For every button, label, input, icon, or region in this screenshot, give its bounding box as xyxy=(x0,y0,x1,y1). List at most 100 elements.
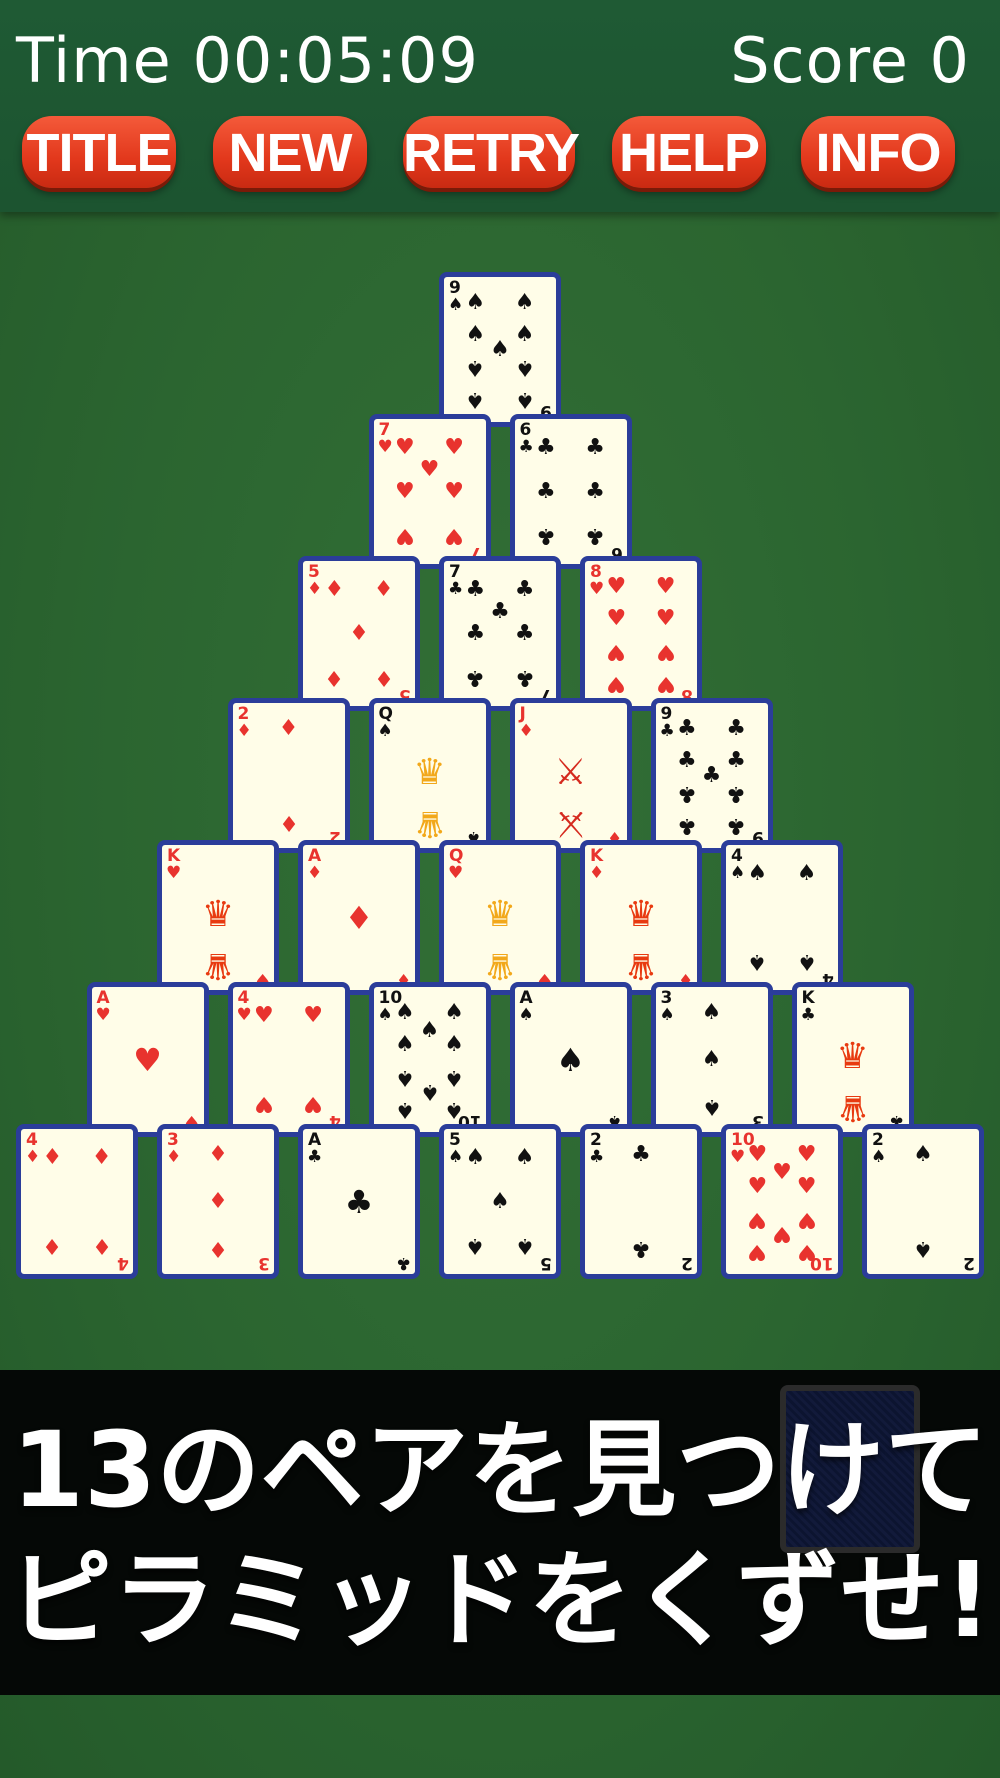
spade-icon: ♠ xyxy=(377,721,393,741)
spade-icon: ♠ xyxy=(913,1235,933,1261)
card-6-of-clubs[interactable]: 6 ♣ ♣ ♣ ♣ ♣ ♣ ♣ 6 xyxy=(509,414,632,569)
club-icon: ♣ xyxy=(800,1005,816,1025)
card-A-of-spades[interactable]: A ♠ ♠ ♠ xyxy=(509,982,632,1137)
card-J-of-diamonds[interactable]: J ♦ ⚔ ⚔ ♦ xyxy=(509,698,632,853)
info-button[interactable]: INFO xyxy=(801,116,955,188)
spade-icon: ♠ xyxy=(730,863,746,883)
club-icon: ♣ xyxy=(585,435,605,460)
club-icon: ♣ xyxy=(631,1142,651,1168)
heart-icon: ♥ xyxy=(448,863,464,883)
club-icon: ♣ xyxy=(676,780,697,806)
retry-button[interactable]: RETRY xyxy=(403,116,580,188)
spade-icon: ♠ xyxy=(465,322,486,347)
crown-icon: ♛ xyxy=(201,894,235,935)
crown-icon: ♛ xyxy=(413,752,446,793)
card-K-of-hearts[interactable]: K ♥ ♛ ♛ ♥ xyxy=(157,840,279,995)
help-button[interactable]: HELP xyxy=(612,116,766,188)
card-K-of-diamonds[interactable]: K ♦ ♛ ♛ ♦ xyxy=(580,840,702,995)
heart-icon: ♥ xyxy=(606,670,627,696)
card-A-of-clubs[interactable]: A ♣ ♣ ♣ xyxy=(298,1124,420,1279)
card-Q-of-spades[interactable]: Q ♠ ♛ ♛ ♠ xyxy=(368,698,491,853)
club-icon: ♣ xyxy=(465,665,486,690)
card-4-of-hearts[interactable]: 4 ♥ ♥ ♥ ♥ ♥ 4 xyxy=(227,982,350,1137)
card-2-of-diamonds[interactable]: 2 ♦ ♦ ♦ 2 xyxy=(227,698,350,853)
card-corner-index: 4 xyxy=(117,1253,129,1273)
diamond-icon: ♦ xyxy=(166,1147,182,1167)
card-9-of-spades[interactable]: 9 ♠ ♠ ♠ ♠ ♠ ♠ ♠ ♠ ♠ ♠ 9 xyxy=(439,272,561,427)
card-2-of-clubs[interactable]: 2 ♣ ♣ ♣ 2 xyxy=(580,1124,702,1279)
card-4-of-spades[interactable]: 4 ♠ ♠ ♠ ♠ ♠ 4 xyxy=(721,840,843,995)
club-icon: ♣ xyxy=(514,577,535,602)
jack-emblem-icon: ⚔ xyxy=(554,803,587,844)
spade-icon: ♠ xyxy=(701,1000,722,1026)
card-5-of-diamonds[interactable]: 5 ♦ ♦ ♦ ♦ ♦ ♦ 5 xyxy=(298,556,420,711)
spade-icon: ♠ xyxy=(518,1005,534,1025)
card-corner-index: ♣ xyxy=(395,1253,411,1273)
heart-icon: ♥ xyxy=(394,523,415,548)
club-icon: ♣ xyxy=(535,478,556,504)
club-icon: ♣ xyxy=(518,437,534,457)
diamond-icon: ♦ xyxy=(278,716,299,742)
club-icon: ♣ xyxy=(659,721,675,741)
crown-icon: ♛ xyxy=(836,1036,869,1077)
club-icon: ♣ xyxy=(490,598,510,624)
club-icon: ♣ xyxy=(585,478,605,504)
card-A-of-diamonds[interactable]: A ♦ ♦ ♦ xyxy=(298,840,420,995)
title-button[interactable]: TITLE xyxy=(22,116,176,188)
crown-icon: ♛ xyxy=(201,945,235,986)
card-7-of-hearts[interactable]: 7 ♥ ♥ ♥ ♥ ♥ ♥ ♥ ♥ 7 xyxy=(368,414,491,569)
card-A-of-hearts[interactable]: A ♥ ♥ ♥ xyxy=(86,982,209,1137)
club-icon: ♣ xyxy=(514,665,535,690)
spade-icon: ♠ xyxy=(514,354,535,380)
spade-icon: ♠ xyxy=(556,1040,585,1079)
spade-icon: ♠ xyxy=(465,290,486,316)
card-K-of-clubs[interactable]: K ♣ ♛ ♛ ♣ xyxy=(791,982,914,1137)
card-7-of-clubs[interactable]: 7 ♣ ♣ ♣ ♣ ♣ ♣ ♣ ♣ 7 xyxy=(439,556,561,711)
card-Q-of-hearts[interactable]: Q ♥ ♛ ♛ ♥ xyxy=(439,840,561,995)
heart-icon: ♥ xyxy=(377,437,393,457)
card-9-of-clubs[interactable]: 9 ♣ ♣ ♣ ♣ ♣ ♣ ♣ ♣ ♣ ♣ 9 xyxy=(650,698,773,853)
heart-icon: ♥ xyxy=(236,1005,252,1025)
card-2-of-spades[interactable]: 2 ♠ ♠ ♠ 2 xyxy=(862,1124,984,1279)
club-icon: ♣ xyxy=(676,716,697,742)
heart-icon: ♥ xyxy=(747,1142,768,1168)
spade-icon: ♠ xyxy=(419,1079,440,1105)
diamond-icon: ♦ xyxy=(324,665,345,690)
card-corner-index: 3 xyxy=(258,1253,270,1273)
new-button[interactable]: NEW xyxy=(213,116,367,188)
spade-icon: ♠ xyxy=(465,1145,486,1170)
spade-icon: ♠ xyxy=(394,1064,415,1090)
club-icon: ♣ xyxy=(631,1235,651,1261)
spade-icon: ♠ xyxy=(394,1000,415,1026)
diamond-icon: ♦ xyxy=(42,1233,63,1258)
card-8-of-hearts[interactable]: 8 ♥ ♥ ♥ ♥ ♥ ♥ ♥ ♥ ♥ 8 xyxy=(580,556,702,711)
card-4-of-diamonds[interactable]: 4 ♦ ♦ ♦ ♦ ♦ 4 xyxy=(16,1124,138,1279)
spade-icon: ♠ xyxy=(659,1005,675,1025)
heart-icon: ♥ xyxy=(444,523,464,548)
card-10-of-hearts[interactable]: 10 ♥ ♥ ♥ ♥ ♥ ♥ ♥ ♥ ♥ ♥ ♥ 10 xyxy=(721,1124,843,1279)
card-3-of-diamonds[interactable]: 3 ♦ ♦ ♦ ♦ 3 xyxy=(157,1124,279,1279)
diamond-icon: ♦ xyxy=(307,579,323,599)
heart-icon: ♥ xyxy=(394,435,415,460)
heart-icon: ♥ xyxy=(303,1003,323,1028)
card-5-of-spades[interactable]: 5 ♠ ♠ ♠ ♠ ♠ ♠ 5 xyxy=(439,1124,561,1279)
crown-icon: ♛ xyxy=(624,945,658,986)
spade-icon: ♠ xyxy=(465,386,486,412)
heart-icon: ♥ xyxy=(655,638,676,664)
spade-icon: ♠ xyxy=(419,1017,440,1043)
heart-icon: ♥ xyxy=(419,456,440,482)
spade-icon: ♠ xyxy=(913,1142,933,1168)
time-display: Time 00:05:09 xyxy=(16,24,479,97)
card-10-of-spades[interactable]: 10 ♠ ♠ ♠ ♠ ♠ ♠ ♠ ♠ ♠ ♠ ♠ 10 xyxy=(368,982,491,1137)
card-corner-index: 5 xyxy=(540,1253,552,1273)
club-icon: ♣ xyxy=(726,812,746,838)
spade-icon: ♠ xyxy=(871,1147,887,1167)
diamond-icon: ♦ xyxy=(25,1147,41,1167)
card-3-of-spades[interactable]: 3 ♠ ♠ ♠ ♠ 3 xyxy=(650,982,773,1137)
club-icon: ♣ xyxy=(535,435,556,460)
heart-icon: ♥ xyxy=(606,574,627,600)
heart-icon: ♥ xyxy=(796,1206,817,1232)
spade-icon: ♠ xyxy=(490,336,510,362)
heart-icon: ♥ xyxy=(796,1174,817,1199)
heart-icon: ♥ xyxy=(253,1091,274,1116)
